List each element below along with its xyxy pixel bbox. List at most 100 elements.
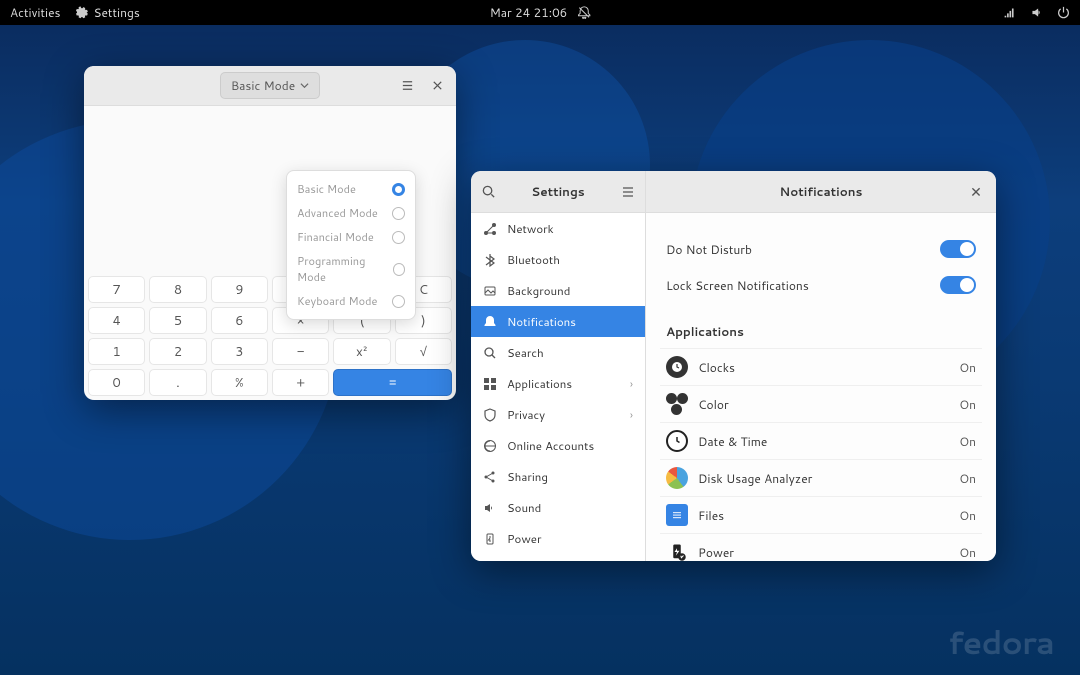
toggle-row-lock-screen-notifications: Lock Screen Notifications (660, 267, 982, 303)
calculator-window: Basic Mode 7 8 9 ÷ ↶ C 4 5 6 × ( ) 1 2 3… (84, 66, 456, 400)
radio-icon (392, 207, 405, 220)
sidebar-item-bluetooth[interactable]: Bluetooth (471, 244, 645, 275)
settings-close-button[interactable]: ✕ (964, 180, 988, 204)
search-button[interactable] (471, 184, 505, 199)
app-status: On (959, 507, 976, 524)
applications-header: Applications (666, 323, 982, 340)
sound-icon (483, 501, 497, 515)
app-row-files[interactable]: FilesOn (660, 496, 982, 533)
privacy-icon (483, 408, 497, 422)
network-icon (483, 222, 497, 236)
color-app-icon (666, 393, 688, 415)
sidebar-item-label: Search (507, 344, 544, 361)
sidebar-item-privacy[interactable]: Privacy › (471, 399, 645, 430)
sidebar-item-sharing[interactable]: Sharing (471, 461, 645, 492)
key-1[interactable]: 1 (88, 338, 145, 365)
mode-selector-button[interactable]: Basic Mode (220, 72, 320, 99)
disk-app-icon (666, 467, 688, 489)
key-minus[interactable]: − (272, 338, 329, 365)
app-status: On (959, 470, 976, 487)
key-3[interactable]: 3 (211, 338, 268, 365)
hamburger-button[interactable] (394, 73, 420, 99)
key-sq[interactable]: x² (333, 338, 390, 365)
sidebar-item-sound[interactable]: Sound (471, 492, 645, 523)
network-icon[interactable] (1003, 6, 1016, 19)
gear-icon (75, 6, 88, 19)
sidebar-item-label: Notifications (507, 313, 576, 330)
settings-sidebar: Network BluetoothBackground Notifications S… (471, 213, 646, 561)
applications-icon (483, 377, 497, 391)
key-0[interactable]: 0 (88, 369, 145, 396)
key-percent[interactable]: % (211, 369, 268, 396)
mode-option-basic-mode[interactable]: Basic Mode (287, 177, 415, 201)
radio-icon (393, 263, 405, 276)
calculator-titlebar[interactable]: Basic Mode (84, 66, 456, 106)
files-app-icon (666, 504, 688, 526)
bluetooth-icon (483, 253, 497, 267)
toggle-switch[interactable] (940, 276, 976, 294)
power-icon[interactable] (1057, 6, 1070, 19)
settings-menu-button[interactable] (611, 185, 645, 199)
sidebar-item-search[interactable]: Search (471, 337, 645, 368)
close-button[interactable] (424, 73, 450, 99)
current-app-label[interactable]: Settings (75, 4, 140, 21)
chevron-down-icon (300, 81, 309, 90)
distro-logo: fedora (948, 620, 1054, 665)
key-dot[interactable]: . (149, 369, 206, 396)
power-icon (483, 532, 497, 546)
sidebar-item-notifications[interactable]: Notifications (471, 306, 645, 337)
chevron-right-icon: › (630, 406, 633, 423)
sidebar-item-label: Sharing (507, 468, 548, 485)
key-equals[interactable]: = (333, 369, 452, 396)
volume-icon[interactable] (1030, 6, 1043, 19)
datetime-app-icon (666, 430, 688, 452)
search-icon (483, 346, 497, 360)
key-4[interactable]: 4 (88, 307, 145, 334)
sidebar-item-label: Applications (507, 375, 572, 392)
app-status: On (959, 359, 976, 376)
sharing-icon (483, 470, 497, 484)
sidebar-item-network[interactable]: Network (471, 213, 645, 244)
sidebar-item-label: Privacy (507, 406, 545, 423)
hamburger-icon (621, 185, 635, 199)
app-row-clocks[interactable]: ClocksOn (660, 348, 982, 385)
background-icon (483, 284, 497, 298)
sidebar-item-label: Online Accounts (507, 437, 594, 454)
sidebar-item-power[interactable]: Power (471, 523, 645, 554)
mode-option-advanced-mode[interactable]: Advanced Mode (287, 201, 415, 225)
key-sqrt[interactable]: √ (395, 338, 452, 365)
app-row-power[interactable]: PowerOn (660, 533, 982, 561)
settings-content: Do Not DisturbLock Screen Notifications A… (646, 213, 996, 561)
key-6[interactable]: 6 (211, 307, 268, 334)
clock-app-icon (666, 356, 688, 378)
mode-selector-popover: Basic ModeAdvanced ModeFinancial ModePro… (286, 170, 416, 320)
mode-option-programming-mode[interactable]: Programming Mode (287, 249, 415, 289)
radio-icon (392, 231, 405, 244)
sidebar-item-background[interactable]: Background (471, 275, 645, 306)
chevron-right-icon: › (630, 375, 633, 392)
key-7[interactable]: 7 (88, 276, 145, 303)
toggle-switch[interactable] (940, 240, 976, 258)
sidebar-item-applications[interactable]: Applications › (471, 368, 645, 399)
app-row-disk-usage-analyzer[interactable]: Disk Usage AnalyzerOn (660, 459, 982, 496)
search-icon (481, 184, 496, 199)
key-2[interactable]: 2 (149, 338, 206, 365)
clock-label[interactable]: Mar 24 21:06 (490, 4, 568, 21)
app-row-color[interactable]: ColorOn (660, 385, 982, 422)
app-row-date-time[interactable]: Date & TimeOn (660, 422, 982, 459)
close-icon (431, 79, 444, 92)
toggle-row-do-not-disturb: Do Not Disturb (660, 231, 982, 267)
key-9[interactable]: 9 (211, 276, 268, 303)
app-status: On (959, 396, 976, 413)
sidebar-item-displays[interactable]: Displays (471, 554, 645, 561)
key-plus[interactable]: + (272, 369, 329, 396)
sidebar-item-label: Network (507, 220, 554, 237)
mode-option-financial-mode[interactable]: Financial Mode (287, 225, 415, 249)
sidebar-item-online-accounts[interactable]: Online Accounts (471, 430, 645, 461)
key-8[interactable]: 8 (149, 276, 206, 303)
sidebar-item-label: Sound (507, 499, 541, 516)
activities-button[interactable]: Activities (10, 4, 61, 21)
mode-option-keyboard-mode[interactable]: Keyboard Mode (287, 289, 415, 313)
notifications-icon (483, 315, 497, 329)
key-5[interactable]: 5 (149, 307, 206, 334)
